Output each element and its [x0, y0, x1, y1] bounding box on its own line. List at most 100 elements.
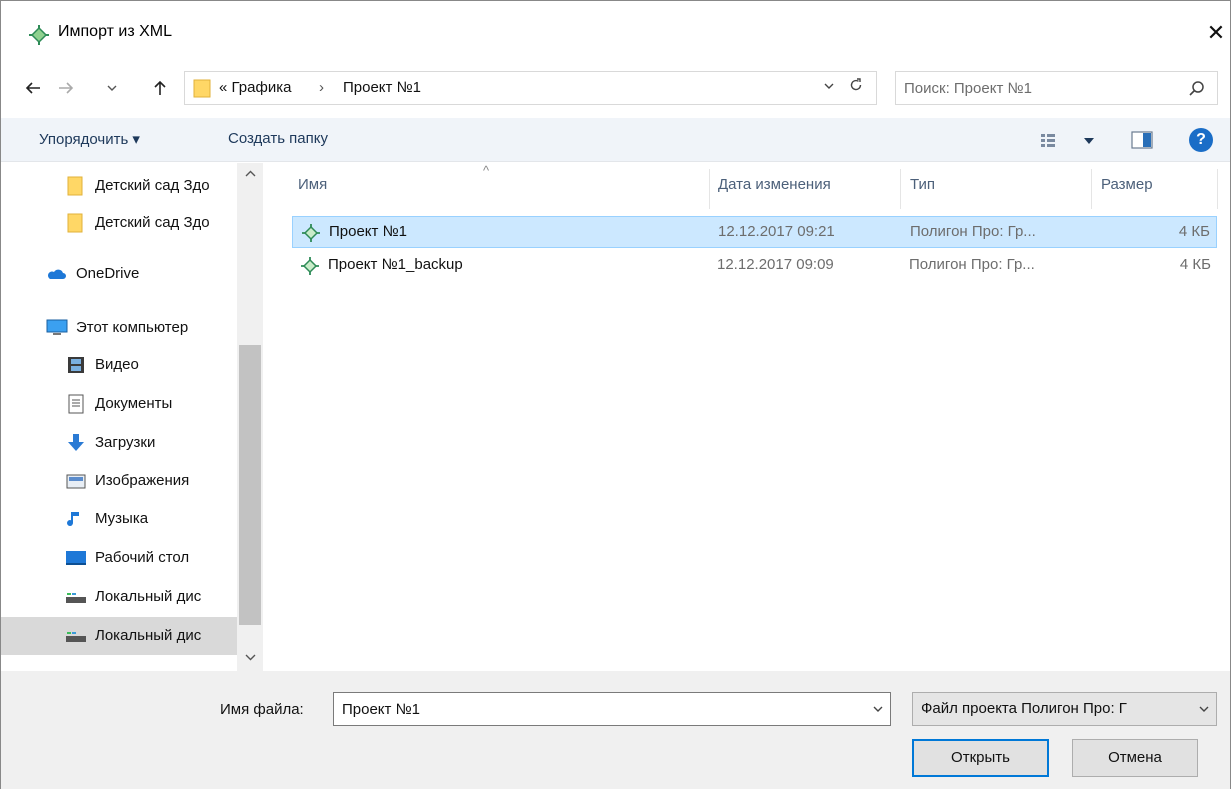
arrow-up-icon [154, 80, 166, 95]
sidebar-item-label: Этот компьютер [76, 319, 189, 336]
cloud-icon [47, 269, 66, 279]
change-view-icon[interactable] [1039, 129, 1099, 153]
chevron-down-icon [873, 706, 883, 712]
preview-pane-icon[interactable] [1131, 131, 1153, 149]
file-name: Проект №1_backup [328, 256, 463, 273]
sidebar-item-label: Видео [95, 356, 139, 373]
search-box[interactable] [895, 71, 1218, 105]
sort-ascending-icon: ^ [483, 163, 490, 178]
scroll-down-button[interactable] [237, 647, 263, 671]
help-icon[interactable]: ? [1189, 128, 1213, 152]
close-icon[interactable]: ✕ [1201, 19, 1231, 49]
column-divider[interactable] [709, 169, 710, 209]
filename-dropdown-button[interactable] [872, 699, 884, 722]
filetype-dropdown-button[interactable] [1198, 699, 1210, 722]
sidebar-item-label: Рабочий стол [95, 549, 190, 566]
computer-icon [46, 319, 68, 335]
column-divider[interactable] [1091, 169, 1092, 209]
scroll-up-button[interactable] [237, 163, 263, 187]
recent-locations-button[interactable] [102, 71, 122, 105]
navigation-pane: Детский сад Здо Детский сад Здо OneDrive Эт… [1, 163, 263, 671]
column-divider[interactable] [900, 169, 901, 209]
organize-button[interactable]: Упорядочить ▾ [39, 130, 140, 148]
search-input[interactable] [904, 78, 1174, 98]
project-file-icon [302, 224, 320, 242]
column-header-date[interactable]: Дата изменения [718, 176, 831, 193]
sidebar-item[interactable]: Детский сад Здо [1, 204, 237, 242]
file-date: 12.12.2017 09:09 [717, 256, 834, 273]
dialog-footer: Имя файла: Файл проекта Полигон Про: Г О… [1, 671, 1230, 789]
breadcrumb-project[interactable]: Проект №1 [343, 79, 421, 96]
downloads-icon [68, 434, 84, 451]
folder-icon [67, 213, 83, 233]
file-row[interactable]: Проект №1 12.12.2017 09:21 Полигон Про: … [292, 216, 1217, 248]
up-button[interactable] [145, 71, 175, 105]
sidebar-item[interactable]: Локальный дис [1, 617, 237, 655]
column-header-name[interactable]: Имя [298, 176, 327, 193]
chevron-up-icon [245, 170, 255, 177]
refresh-button[interactable] [845, 77, 867, 99]
command-toolbar: Упорядочить ▾ Создать папку ? [1, 118, 1230, 162]
sidebar-item-label: Локальный дис [95, 588, 202, 605]
music-icon [67, 512, 79, 527]
sidebar-item[interactable]: Документы [1, 385, 237, 423]
folder-icon [67, 176, 83, 196]
file-list: ^ Имя Дата изменения Тип Размер Проект №… [263, 163, 1230, 671]
window-title: Импорт из XML [58, 23, 172, 40]
column-header-size[interactable]: Размер [1101, 176, 1153, 193]
file-type: Полигон Про: Гр... [909, 256, 1035, 273]
navigation-scrollbar[interactable] [237, 163, 263, 671]
breadcrumb-graphics[interactable]: « Графика [219, 79, 291, 96]
sidebar-item[interactable]: Видео [1, 346, 237, 384]
sidebar-item-label: Детский сад Здо [95, 214, 210, 231]
file-size: 4 КБ [1179, 256, 1211, 273]
breadcrumb-separator: › [319, 79, 324, 96]
chevron-down-icon [824, 83, 834, 89]
file-open-dialog: Импорт из XML ✕ « Графика › Проект №1 По… [0, 0, 1231, 789]
sidebar-item[interactable]: Этот компьютер [1, 309, 237, 347]
file-type: Полигон Про: Гр... [910, 223, 1036, 240]
forward-button[interactable] [51, 71, 81, 105]
sidebar-item[interactable]: Загрузки [1, 424, 237, 462]
filename-field[interactable] [342, 699, 842, 719]
arrow-right-icon [59, 82, 74, 94]
drive-icon [66, 632, 86, 642]
folder-icon [193, 79, 211, 98]
filename-label: Имя файла: [220, 701, 304, 718]
arrow-left-icon [25, 82, 40, 94]
sidebar-item[interactable]: Рабочий стол [1, 539, 237, 577]
sidebar-item[interactable]: OneDrive [1, 255, 237, 293]
video-icon [68, 357, 84, 373]
file-row[interactable]: Проект №1_backup 12.12.2017 09:09 Полиго… [292, 250, 1217, 282]
filetype-value: Файл проекта Полигон Про: Г [921, 700, 1127, 717]
navigation-bar: « Графика › Проект №1 [1, 63, 1230, 113]
sidebar-item[interactable]: Детский сад Здо [1, 167, 237, 205]
chevron-down-icon [245, 654, 255, 661]
sidebar-item-label: Документы [95, 395, 173, 412]
file-name: Проект №1 [329, 223, 408, 240]
sidebar-item-label: Загрузки [95, 434, 156, 451]
filename-combobox[interactable] [333, 692, 891, 726]
sidebar-item[interactable]: Локальный дис [1, 578, 237, 616]
sidebar-item-label: Изображения [95, 472, 190, 489]
address-bar[interactable]: « Графика › Проект №1 [184, 71, 877, 105]
sidebar-item[interactable]: Музыка [1, 500, 237, 538]
open-button[interactable]: Открыть [912, 739, 1049, 777]
new-folder-button[interactable]: Создать папку [228, 130, 328, 147]
drive-icon [66, 593, 86, 603]
cancel-button[interactable]: Отмена [1072, 739, 1198, 777]
project-file-icon [301, 257, 319, 275]
filetype-select[interactable]: Файл проекта Полигон Про: Г [912, 692, 1217, 726]
title-bar: Импорт из XML ✕ [1, 1, 1230, 63]
desktop-icon [66, 551, 86, 565]
back-button[interactable] [18, 71, 48, 105]
sidebar-item[interactable]: Изображения [1, 462, 237, 500]
address-dropdown-button[interactable] [818, 77, 840, 99]
sidebar-item-label: Детский сад Здо [95, 177, 210, 194]
chevron-down-icon [1199, 706, 1209, 712]
file-date: 12.12.2017 09:21 [718, 223, 835, 240]
search-icon[interactable] [1186, 78, 1208, 100]
column-divider[interactable] [1217, 169, 1218, 209]
scroll-thumb[interactable] [239, 345, 261, 625]
column-header-type[interactable]: Тип [910, 176, 935, 193]
